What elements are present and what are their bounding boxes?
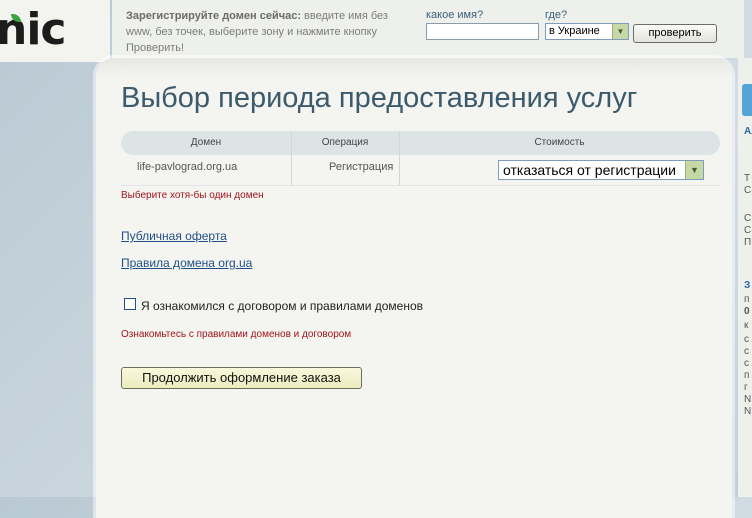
sidebar-text: с bbox=[744, 334, 749, 345]
table-header: Домен Операция Стоимость bbox=[121, 131, 720, 155]
sidebar-text: N bbox=[744, 394, 752, 405]
name-label: какое имя? bbox=[426, 9, 484, 21]
cost-select[interactable]: отказаться от регистрации ▼ bbox=[498, 160, 704, 180]
promo-bold: Зарегистрируйте домен сейчас: bbox=[126, 10, 301, 22]
sidebar-text: N bbox=[744, 406, 752, 417]
page-title: Выбор периода предоставления услуг bbox=[121, 82, 638, 114]
zone-label: где? bbox=[545, 9, 568, 21]
sidebar-text: С bbox=[744, 213, 752, 224]
sidebar-text[interactable]: З bbox=[744, 280, 750, 292]
error-select-domain: Выберите хотя-бы один домен bbox=[121, 190, 264, 201]
zone-select[interactable]: в Украине ▼ bbox=[545, 23, 629, 40]
sidebar-text: с bbox=[744, 346, 749, 357]
sidebar-text: С bbox=[744, 225, 752, 236]
row-divider bbox=[121, 185, 720, 186]
promo-text: Зарегистрируйте домен сейчас: введите им… bbox=[126, 8, 406, 56]
check-button[interactable]: проверить bbox=[633, 24, 717, 43]
zone-select-value: в Украине bbox=[549, 25, 600, 37]
domain-name-input[interactable] bbox=[426, 23, 539, 40]
logo[interactable]: nic bbox=[0, 0, 110, 62]
error-agree-rules: Ознакомьтесь с правилами доменов и догов… bbox=[121, 329, 352, 340]
sidebar-text: с bbox=[744, 358, 749, 369]
top-bar: nic Зарегистрируйте домен сейчас: введит… bbox=[0, 0, 752, 62]
sidebar-link[interactable]: Ал bbox=[744, 126, 752, 138]
sidebar-text: П bbox=[744, 237, 752, 248]
content-panel bbox=[96, 58, 732, 518]
sidebar-text: п bbox=[744, 370, 750, 381]
continue-order-button[interactable]: Продолжить оформление заказа bbox=[121, 367, 362, 389]
column-header-cost: Стоимость bbox=[534, 137, 585, 148]
sidebar-text: Т bbox=[744, 173, 751, 184]
logo-text: nic bbox=[0, 4, 66, 55]
public-offer-link[interactable]: Публичная оферта bbox=[121, 229, 227, 243]
sidebar-tab[interactable] bbox=[742, 84, 752, 116]
agreement-label[interactable]: Я ознакомился с договором и правилами до… bbox=[141, 299, 423, 313]
domain-rules-link[interactable]: Правила домена org.ua bbox=[121, 256, 252, 270]
cost-select-value: отказаться от регистрации bbox=[503, 162, 676, 178]
domain-cell: life-pavlograd.org.ua bbox=[137, 161, 238, 173]
sidebar-text: п bbox=[744, 294, 750, 305]
column-divider bbox=[399, 131, 400, 185]
column-divider bbox=[291, 131, 292, 185]
right-sidebar bbox=[738, 58, 752, 497]
chevron-down-icon[interactable]: ▼ bbox=[685, 161, 703, 179]
panel-top-edge bbox=[96, 58, 732, 78]
domain-promo: Зарегистрируйте домен сейчас: введите им… bbox=[112, 0, 744, 58]
sidebar-text: 0 bbox=[744, 306, 750, 317]
sidebar-text: С bbox=[744, 185, 752, 196]
sidebar-text: г bbox=[744, 382, 748, 393]
agreement-checkbox[interactable] bbox=[124, 298, 136, 310]
column-header-domain: Домен bbox=[190, 137, 222, 148]
chevron-down-icon[interactable]: ▼ bbox=[612, 24, 628, 39]
sidebar-text: к bbox=[744, 320, 749, 331]
column-header-operation: Операция bbox=[321, 137, 369, 148]
operation-cell: Регистрация bbox=[329, 161, 394, 173]
